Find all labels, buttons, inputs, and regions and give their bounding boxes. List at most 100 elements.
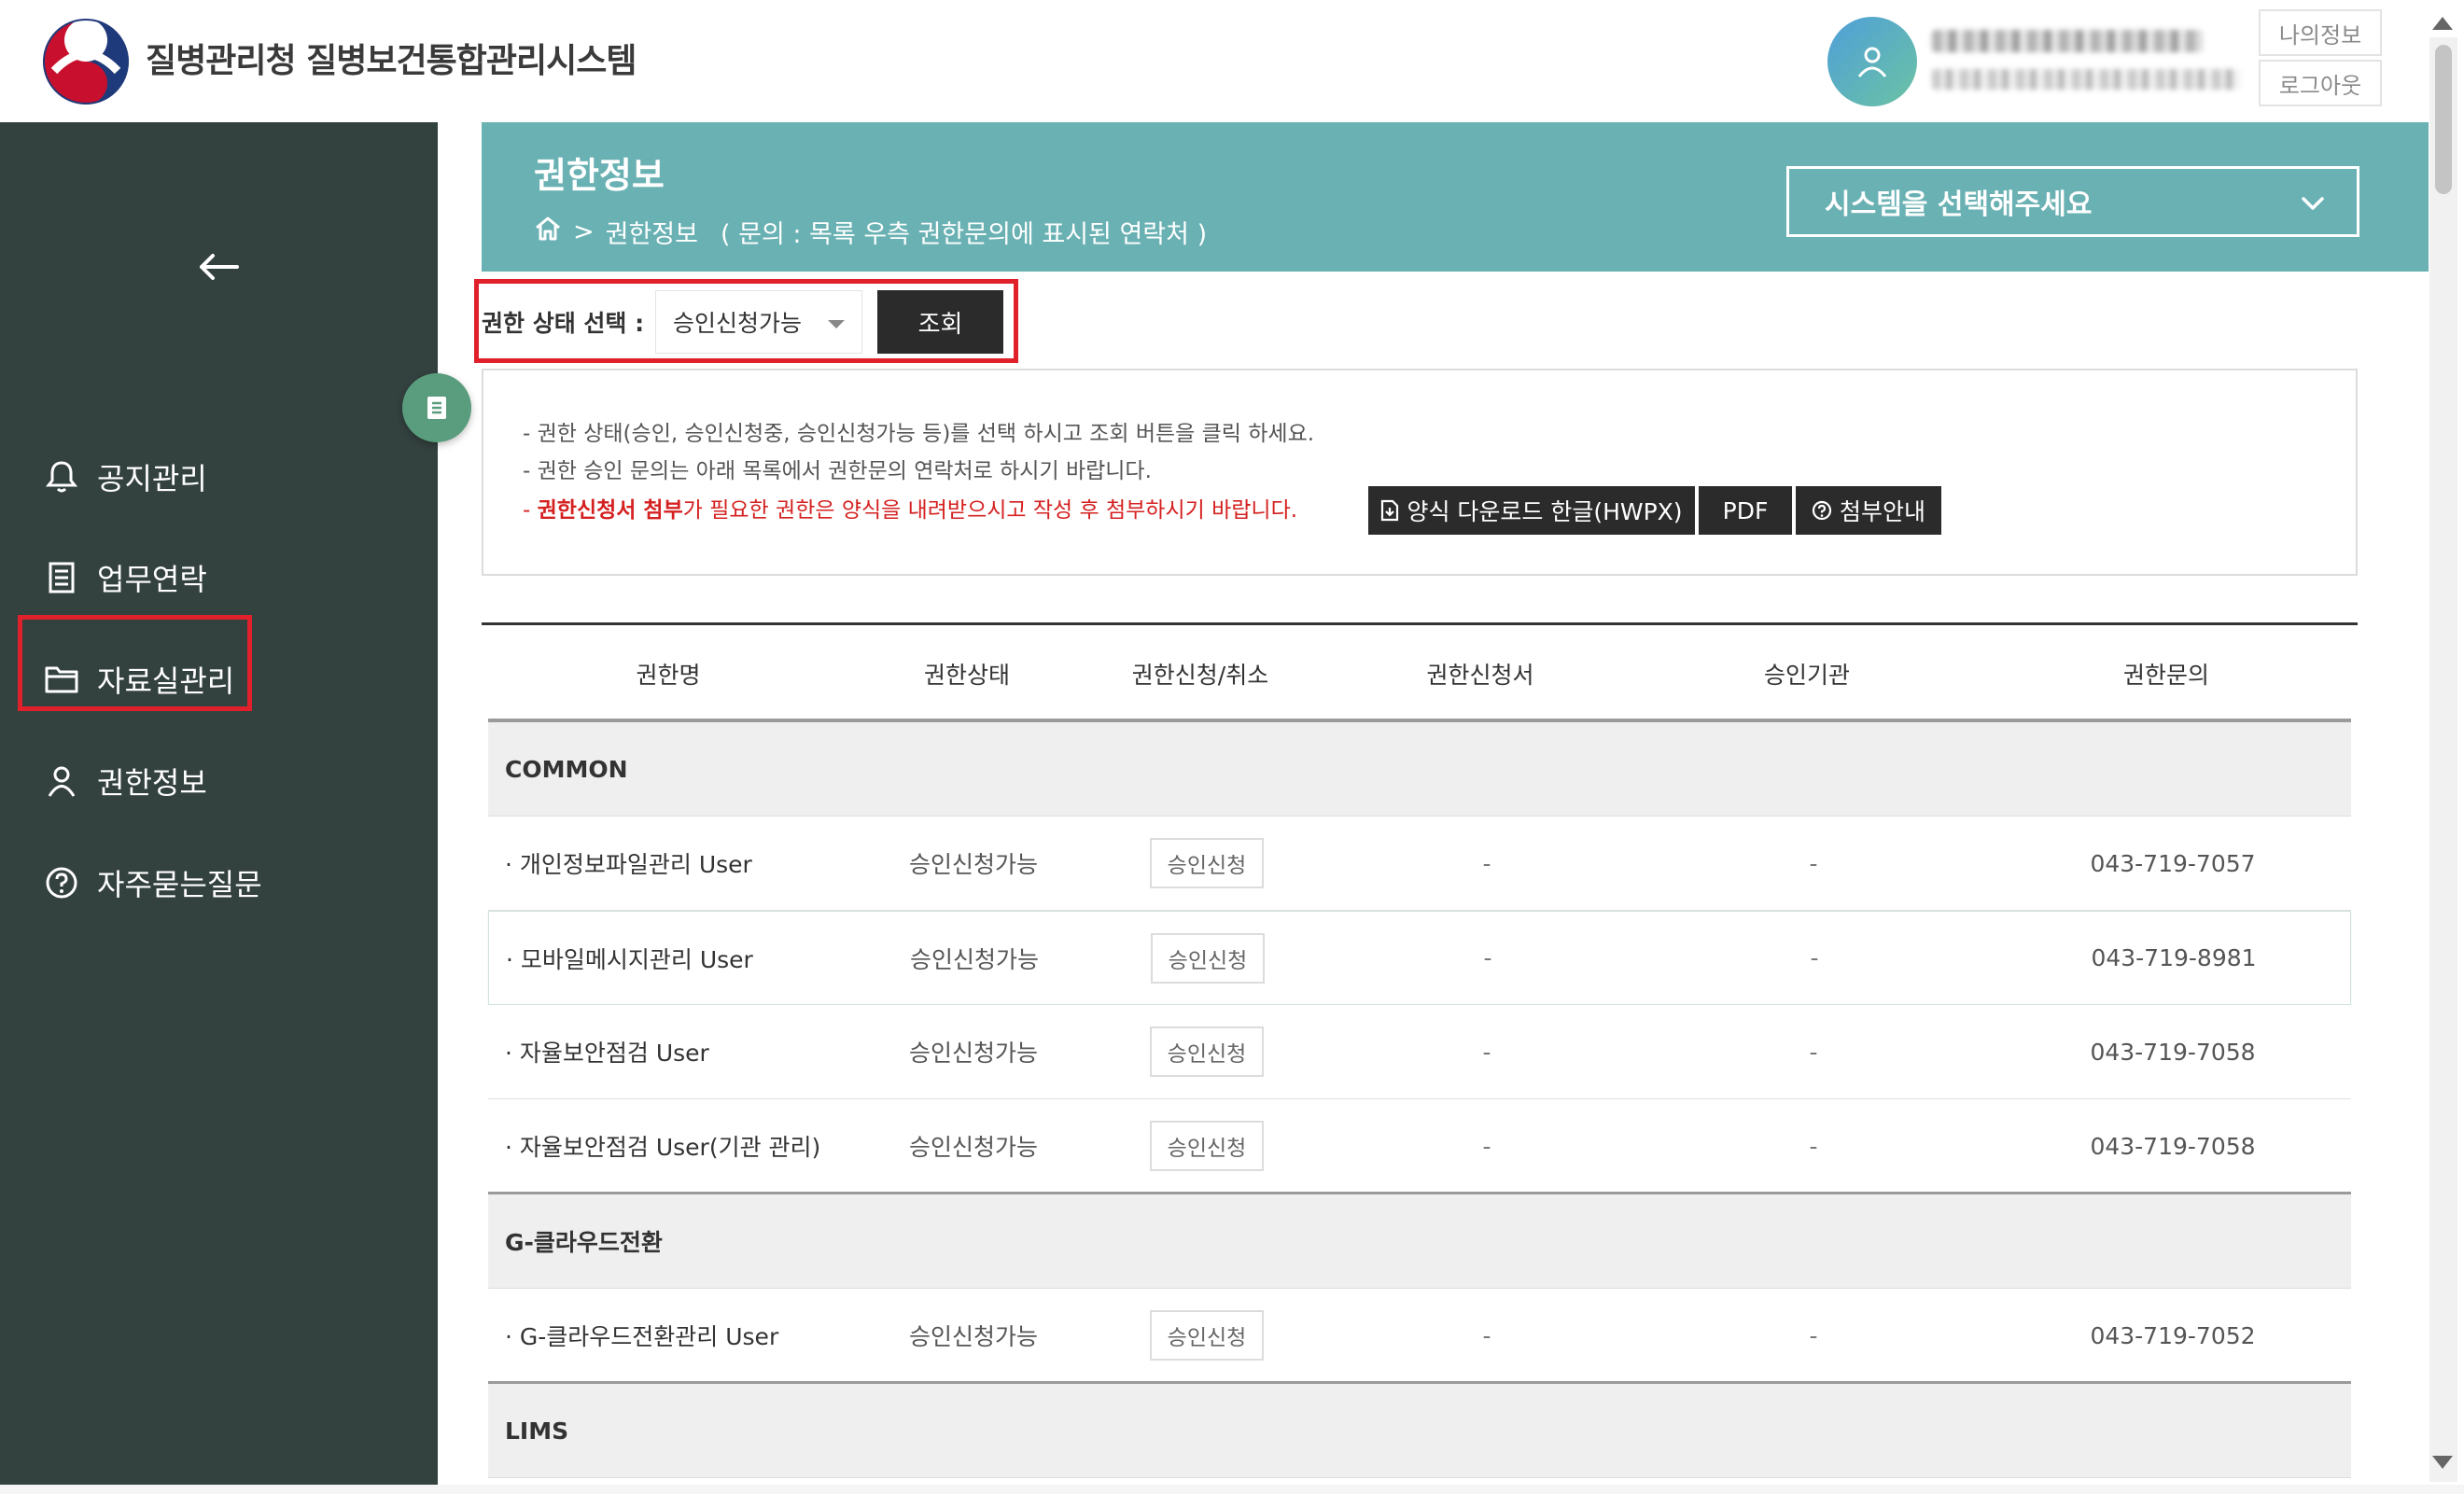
permission-status: 승인신청가능 — [909, 945, 1039, 973]
info-line-3-bold: 권한신청서 첨부 — [537, 498, 683, 523]
approval-agency: - — [1809, 1038, 1818, 1066]
home-icon[interactable] — [534, 216, 562, 248]
approval-agency: - — [1809, 1321, 1818, 1349]
permission-status: 승인신청가능 — [908, 851, 1038, 878]
active-menu-highlight — [18, 615, 252, 711]
contact-number: 043-719-8981 — [2091, 944, 2257, 971]
back-arrow-icon[interactable] — [198, 253, 239, 281]
table-group-row: G-클라우드전환 — [488, 1194, 2351, 1289]
table-row: · 자율보안점검 User 승인신청가능 승인신청 - - 043-719-70… — [488, 1005, 2351, 1099]
approval-agency: - — [1810, 944, 1819, 971]
permission-status: 승인신청가능 — [908, 1040, 1038, 1067]
sidebar-item-faq[interactable]: 자주묻는질문 — [43, 855, 262, 911]
header-contact: 권한문의 — [2122, 662, 2209, 689]
scroll-up-icon[interactable] — [2432, 17, 2453, 30]
logout-button[interactable]: 로그아웃 — [2259, 60, 2382, 106]
application-form: - — [1482, 1038, 1491, 1066]
table-group-row: LIMS — [488, 1384, 2351, 1478]
sidebar-item-notice[interactable]: 공지관리 — [43, 449, 207, 505]
application-form: - — [1482, 1132, 1491, 1160]
apply-cell: 승인신청 — [1086, 912, 1329, 1004]
header-application-form: 권한신청서 — [1426, 662, 1534, 689]
approval-agency: - — [1809, 1132, 1818, 1160]
permission-name: · 자율보안점검 User(기관 관리) — [505, 1134, 821, 1161]
bell-icon — [43, 458, 80, 496]
app-title[interactable]: 질병관리청 질병보건통합관리시스템 — [146, 34, 637, 82]
chevron-down-icon — [2301, 186, 2325, 218]
sidebar-item-label: 자주묻는질문 — [97, 867, 262, 902]
sidebar-toggle-button[interactable] — [402, 373, 471, 442]
permission-name: · 개인정보파일관리 User — [505, 851, 752, 878]
caret-down-icon — [828, 320, 845, 328]
apply-request-button[interactable]: 승인신청 — [1150, 1121, 1264, 1171]
info-line-3-prefix: - — [523, 498, 538, 523]
file-download-icon — [1380, 499, 1399, 522]
sidebar: 공지관리 업무연락 자료실관리 권한정보 자주묻는질문 — [0, 122, 438, 1485]
permission-name: · 자율보안점검 User — [505, 1040, 709, 1067]
permission-status-select[interactable]: 승인신청가능 — [655, 290, 862, 354]
attachment-guide-label: 첨부안내 — [1839, 498, 1925, 525]
sidebar-item-work-contact[interactable]: 업무연락 — [43, 550, 207, 606]
table-group-row: COMMON — [488, 722, 2351, 817]
search-button[interactable]: 조회 — [877, 290, 1003, 354]
download-hwpx-button[interactable]: 양식 다운로드 한글(HWPX) — [1368, 486, 1695, 535]
user-name-redacted — [1932, 30, 2203, 52]
apply-cell: 승인신청 — [1085, 1005, 1328, 1098]
page-banner: 권한정보 > 권한정보 ( 문의 : 목록 우측 권한문의에 표시된 연락처 )… — [482, 122, 2429, 272]
table-row: · G-클라우드전환관리 User 승인신청가능 승인신청 - - 043-71… — [488, 1289, 2351, 1383]
permission-name: · 모바일메시지관리 User — [506, 945, 753, 973]
download-pdf-button[interactable]: PDF — [1699, 486, 1792, 535]
scroll-down-icon[interactable] — [2432, 1456, 2453, 1469]
contact-number: 043-719-7058 — [2090, 1132, 2256, 1160]
permission-status: 승인신청가능 — [908, 1134, 1038, 1161]
user-login-info-redacted — [1932, 69, 2240, 90]
application-form: - — [1483, 944, 1492, 971]
apply-request-button[interactable]: 승인신청 — [1150, 1310, 1264, 1361]
attachment-guide-button[interactable]: 첨부안내 — [1796, 486, 1941, 535]
sidebar-item-label: 공지관리 — [97, 461, 207, 496]
vertical-scrollbar[interactable] — [2429, 37, 2457, 1482]
info-line-3-rest: 가 필요한 권한은 양식을 내려받으시고 작성 후 첨부하시기 바랍니다. — [682, 498, 1298, 523]
application-form: - — [1482, 849, 1491, 877]
group-label: COMMON — [505, 755, 628, 783]
permission-status: 승인신청가능 — [908, 1323, 1038, 1350]
contact-number: 043-719-7058 — [2090, 1038, 2256, 1066]
apply-request-button[interactable]: 승인신청 — [1150, 838, 1264, 888]
group-label: LIMS — [505, 1417, 569, 1445]
table-row: · 개인정보파일관리 User 승인신청가능 승인신청 - - 043-719-… — [488, 817, 2351, 911]
approval-agency: - — [1809, 849, 1818, 877]
apply-request-button[interactable]: 승인신청 — [1151, 932, 1265, 984]
info-line-2: - 권한 승인 문의는 아래 목록에서 권한문의 연락처로 하시기 바랍니다. — [523, 459, 1152, 483]
table-row: · 모바일메시지관리 User 승인신청가능 승인신청 - - 043-719-… — [488, 911, 2351, 1005]
download-hwpx-label: 양식 다운로드 한글(HWPX) — [1407, 498, 1683, 525]
header-permission-status: 권한상태 — [923, 662, 1010, 689]
system-select-placeholder: 시스템을 선택해주세요 — [1825, 188, 2093, 221]
breadcrumb-note: ( 문의 : 목록 우측 권한문의에 표시된 연락처 ) — [721, 220, 1208, 249]
sidebar-item-permission-info[interactable]: 권한정보 — [43, 753, 207, 809]
window-bottom-edge — [0, 1485, 2464, 1494]
sidebar-item-label: 업무연락 — [97, 562, 207, 597]
contact-number: 043-719-7052 — [2090, 1321, 2256, 1349]
government-logo-icon[interactable] — [43, 19, 129, 105]
application-form: - — [1482, 1321, 1491, 1349]
header-permission-name: 권한명 — [636, 662, 701, 689]
scrollbar-thumb[interactable] — [2435, 45, 2452, 194]
info-line-3: - 권한신청서 첨부가 필요한 권한은 양식을 내려받으시고 작성 후 첨부하시… — [523, 492, 1297, 524]
system-select-dropdown[interactable]: 시스템을 선택해주세요 — [1786, 166, 2359, 237]
permission-status-selected: 승인신청가능 — [673, 310, 803, 337]
table-header: 권한명 권한상태 권한신청/취소 권한신청서 승인기관 권한문의 — [482, 625, 2358, 722]
apply-cell: 승인신청 — [1085, 817, 1328, 910]
question-circle-icon — [43, 864, 80, 901]
permission-status-label: 권한 상태 선택 : — [482, 310, 645, 337]
table-row: · 자율보안점검 User(기관 관리) 승인신청가능 승인신청 - - 043… — [488, 1099, 2351, 1194]
header: 질병관리청 질병보건통합관리시스템 나의정보 로그아웃 — [0, 0, 2464, 122]
group-label: G-클라우드전환 — [505, 1229, 663, 1256]
user-avatar-icon[interactable] — [1827, 17, 1917, 106]
breadcrumb: > 권한정보 ( 문의 : 목록 우측 권한문의에 표시된 연락처 ) — [534, 214, 1207, 250]
document-icon — [43, 559, 80, 596]
page-title: 권한정보 — [534, 155, 665, 196]
apply-cell: 승인신청 — [1085, 1289, 1328, 1382]
header-approval-agency: 승인기관 — [1763, 662, 1850, 689]
apply-request-button[interactable]: 승인신청 — [1150, 1026, 1264, 1077]
my-info-button[interactable]: 나의정보 — [2259, 9, 2382, 56]
